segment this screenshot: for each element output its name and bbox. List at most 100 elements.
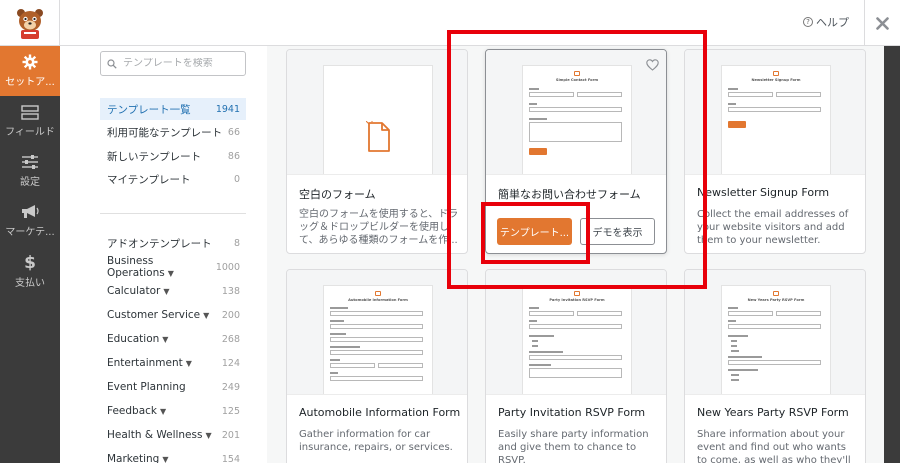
- category-count: 66: [227, 126, 240, 138]
- category-label: Feedback: [107, 405, 158, 417]
- form-logo-icon: [574, 71, 580, 76]
- template-card-simple-contact[interactable]: Simple Contact Form 簡単なお問い合わせフォーム テンプレート…: [485, 49, 667, 254]
- category-label: マイテンプレート: [107, 173, 191, 186]
- sliders-icon: [22, 155, 38, 169]
- template-title: Automobile Information Form: [299, 406, 461, 419]
- template-title: Newsletter Signup Form: [697, 186, 830, 199]
- category-count: 124: [221, 357, 240, 369]
- category-customer-service[interactable]: Customer Service ▼ 200: [100, 304, 246, 326]
- category-all-templates[interactable]: テンプレート一覧 1941: [100, 98, 246, 120]
- category-calculator[interactable]: Calculator ▼ 138: [100, 280, 246, 302]
- bear-mascot-icon: [16, 9, 43, 39]
- category-label: Education: [107, 333, 160, 345]
- template-card-automobile-information[interactable]: Automobile Information Form Automobile I…: [286, 269, 468, 463]
- nav-setup[interactable]: セットア...: [0, 46, 60, 96]
- category-feedback[interactable]: Feedback ▼ 125: [100, 400, 246, 422]
- search-icon: [107, 58, 117, 69]
- category-business-operations[interactable]: Business Operations ▼ 1000: [100, 255, 246, 279]
- category-addon-templates[interactable]: アドオンテンプレート 8: [100, 232, 246, 254]
- category-count: 200: [221, 309, 240, 321]
- category-label: アドオンテンプレート: [107, 237, 212, 250]
- template-card-new-years-party-rsvp[interactable]: New Years Party RSVP Form New Years Part…: [684, 269, 866, 463]
- preview-title: Simple Contact Form: [555, 78, 599, 82]
- nav-setup-label: セットア...: [5, 77, 55, 88]
- nav-marketing[interactable]: マーケテ...: [0, 196, 60, 246]
- category-count: 86: [227, 150, 240, 162]
- chevron-down-icon: ▼: [203, 311, 210, 320]
- template-card-party-invitation-rsvp[interactable]: Party Invitation RSVP Form Party Invitat…: [485, 269, 667, 463]
- nav-payments[interactable]: $ 支払い: [0, 246, 60, 296]
- preview-title: Newsletter Signup Form: [751, 78, 801, 82]
- category-entertainment[interactable]: Entertainment ▼ 124: [100, 352, 246, 374]
- template-thumbnail: Simple Contact Form: [486, 50, 666, 175]
- question-circle-icon: ?: [803, 17, 813, 27]
- chevron-down-icon: ▼: [160, 407, 167, 416]
- nav-settings-label: 設定: [20, 177, 40, 188]
- heart-outline-icon[interactable]: [646, 59, 659, 71]
- category-label: Customer Service: [107, 309, 201, 321]
- template-preview: Simple Contact Form: [522, 65, 632, 174]
- preview-title: Party Invitation RSVP Form: [549, 298, 605, 302]
- template-search[interactable]: [100, 51, 246, 76]
- template-preview: Newsletter Signup Form: [721, 65, 831, 174]
- template-description: 空白のフォームを使用すると、ドラッグ＆ドロップビルダーを使用して、あらゆる種類の…: [299, 209, 459, 246]
- dollar-icon: $: [24, 253, 36, 271]
- category-count: 125: [221, 405, 240, 417]
- help-label: ヘルプ: [816, 16, 849, 29]
- nav-fields[interactable]: フィールド: [0, 96, 60, 146]
- category-count: 138: [221, 285, 240, 297]
- nav-marketing-label: マーケテ...: [5, 227, 55, 238]
- top-bar: ? ヘルプ: [0, 0, 900, 46]
- template-thumbnail: Newsletter Signup Form: [685, 50, 865, 175]
- template-description: Gather information for car insurance, re…: [299, 429, 453, 453]
- template-preview: Party Invitation RSVP Form: [522, 285, 632, 394]
- form-logo-icon: [574, 291, 580, 296]
- fields-icon: [21, 104, 39, 120]
- template-title: Party Invitation RSVP Form: [498, 406, 646, 419]
- blank-document-icon: [366, 121, 390, 152]
- template-description: Collect the email addresses of your webs…: [697, 209, 849, 246]
- template-preview: [323, 65, 433, 174]
- template-category-sidebar: テンプレート一覧 1941 利用可能なテンプレート 66 新しいテンプレート 8…: [60, 46, 267, 463]
- form-logo-icon: [375, 291, 381, 296]
- template-title: 空白のフォーム: [299, 188, 376, 201]
- template-preview: New Years Party RSVP Form: [721, 285, 831, 394]
- gear-icon: [22, 54, 38, 70]
- template-card-newsletter-signup[interactable]: Newsletter Signup Form Newsletter Signup…: [684, 49, 866, 254]
- close-x-icon: [876, 16, 889, 30]
- preview-title: New Years Party RSVP Form: [747, 298, 805, 302]
- chevron-down-icon: ▼: [162, 335, 169, 344]
- category-label: Marketing: [107, 453, 160, 463]
- category-available-templates[interactable]: 利用可能なテンプレート 66: [100, 121, 246, 143]
- category-new-templates[interactable]: 新しいテンプレート 86: [100, 145, 246, 167]
- category-my-templates[interactable]: マイテンプレート 0: [100, 168, 246, 190]
- help-link[interactable]: ? ヘルプ: [803, 14, 849, 30]
- category-label: Entertainment: [107, 357, 183, 369]
- chevron-down-icon: ▼: [205, 431, 212, 440]
- use-template-button[interactable]: テンプレート...: [497, 218, 572, 245]
- category-count: 201: [221, 429, 240, 441]
- template-thumbnail: Automobile Information Form: [287, 270, 467, 395]
- wpforms-logo: [0, 0, 60, 46]
- category-count: 8: [233, 237, 240, 249]
- chevron-down-icon: ▼: [163, 287, 170, 296]
- nav-fields-label: フィールド: [5, 126, 55, 138]
- category-event-planning[interactable]: Event Planning 249: [100, 376, 246, 398]
- form-logo-icon: [773, 291, 779, 296]
- category-label: Event Planning: [107, 381, 186, 393]
- chevron-down-icon: ▼: [162, 455, 169, 463]
- view-demo-button[interactable]: デモを表示: [580, 218, 655, 245]
- category-health-wellness[interactable]: Health & Wellness ▼ 201: [100, 424, 246, 446]
- category-count: 0: [233, 173, 240, 185]
- close-button[interactable]: [864, 0, 900, 46]
- template-search-input[interactable]: [123, 58, 233, 69]
- preview-title: Automobile Information Form: [348, 298, 408, 302]
- category-label: 新しいテンプレート: [107, 150, 202, 163]
- nav-settings[interactable]: 設定: [0, 146, 60, 196]
- right-edge-strip: [884, 46, 900, 463]
- template-title: New Years Party RSVP Form: [697, 406, 849, 419]
- category-marketing[interactable]: Marketing ▼ 154: [100, 448, 246, 463]
- template-card-blank[interactable]: 空白のフォーム 空白のフォームを使用すると、ドラッグ＆ドロップビルダーを使用して…: [286, 49, 468, 254]
- category-count: 154: [221, 453, 240, 463]
- category-education[interactable]: Education ▼ 268: [100, 328, 246, 350]
